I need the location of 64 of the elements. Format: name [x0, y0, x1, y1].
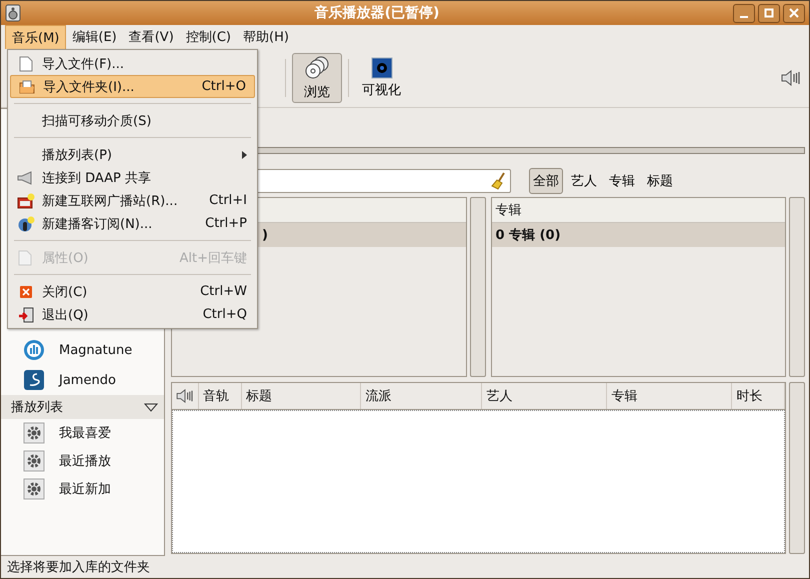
wave-icon [23, 369, 45, 391]
gear-icon [23, 422, 45, 444]
podcast-icon [17, 216, 35, 232]
source-item[interactable]: Jamendo [1, 365, 164, 395]
section-header[interactable]: 播放列表 [1, 395, 164, 419]
bars-icon [23, 339, 45, 361]
scrollbar[interactable] [789, 382, 805, 554]
maximize-icon [764, 8, 774, 18]
filter-button[interactable]: 艺人 [567, 168, 601, 194]
menu-item[interactable]: 帮助(H) [237, 25, 295, 49]
minimize-icon [740, 16, 748, 18]
filter-button[interactable]: 全部 [529, 168, 563, 194]
window-title: 音乐播放器(已暂停) [314, 4, 440, 22]
properties-icon [18, 250, 34, 266]
volume-icon [176, 389, 194, 403]
menu-item[interactable]: 新建互联网广播站(R)... Ctrl+I [10, 189, 255, 212]
column-header[interactable]: 专辑 [607, 383, 732, 409]
menu-item[interactable]: 连接到 DAAP 共享 [10, 166, 255, 189]
exit-icon [18, 306, 34, 322]
column-header[interactable]: 艺人 [482, 383, 608, 409]
menu-item[interactable]: 控制(C) [180, 25, 238, 49]
status-text: 选择将要加入库的文件夹 [7, 559, 150, 576]
radio-icon [17, 192, 35, 208]
source-item[interactable]: Magnatune [1, 335, 164, 365]
minimize-button[interactable] [733, 4, 755, 22]
column-header[interactable]: 音轨 [199, 383, 242, 409]
list-row[interactable]: 0 专辑 (0) [492, 223, 785, 247]
screen-icon [370, 57, 392, 79]
menu-item[interactable]: 导入文件夹(I)... Ctrl+O [10, 75, 255, 98]
speaker-icon [5, 4, 21, 22]
column-header[interactable]: 专辑 [492, 198, 785, 223]
toolbar-button[interactable]: 可视化 [355, 53, 408, 103]
gear-icon [23, 478, 45, 500]
playlist-item[interactable]: 最近新加 [1, 475, 164, 503]
folder-icon [19, 80, 35, 94]
menu-item[interactable]: 编辑(E) [66, 25, 123, 49]
column-header[interactable]: 流派 [361, 383, 482, 409]
menu-item[interactable]: 扫描可移动介质(S) [10, 109, 255, 132]
menu-item[interactable]: 查看(V) [122, 25, 180, 49]
filter-button[interactable]: 专辑 [605, 168, 639, 194]
close-icon [789, 8, 799, 18]
volume-icon[interactable] [781, 70, 801, 86]
scrollbar[interactable] [789, 197, 805, 377]
submenu-arrow-icon [242, 150, 247, 158]
scrollbar[interactable] [470, 197, 486, 377]
discs-icon [304, 55, 330, 81]
menu-item[interactable]: 播放列表(P) [10, 143, 255, 166]
broom-icon[interactable] [491, 172, 507, 190]
playlist-item[interactable]: 我最喜爱 [1, 419, 164, 447]
gear-icon [23, 450, 45, 472]
close-icon [20, 286, 32, 298]
filter-button[interactable]: 标题 [643, 168, 677, 194]
toolbar-button[interactable]: 浏览 [292, 53, 342, 103]
close-button[interactable] [783, 4, 805, 22]
menu-item[interactable]: 关闭(C) Ctrl+W [10, 280, 255, 303]
maximize-button[interactable] [758, 4, 780, 22]
menu-item[interactable]: 导入文件(F)... [10, 52, 255, 75]
expander-icon[interactable] [144, 402, 158, 412]
menu-item[interactable]: 退出(Q) Ctrl+Q [10, 303, 255, 326]
menu-item[interactable]: 音乐(M) [5, 25, 66, 49]
document-icon [19, 56, 33, 72]
column-header[interactable]: 标题 [242, 383, 362, 409]
playlist-item[interactable]: 最近播放 [1, 447, 164, 475]
column-header[interactable]: 时长 [732, 383, 785, 409]
